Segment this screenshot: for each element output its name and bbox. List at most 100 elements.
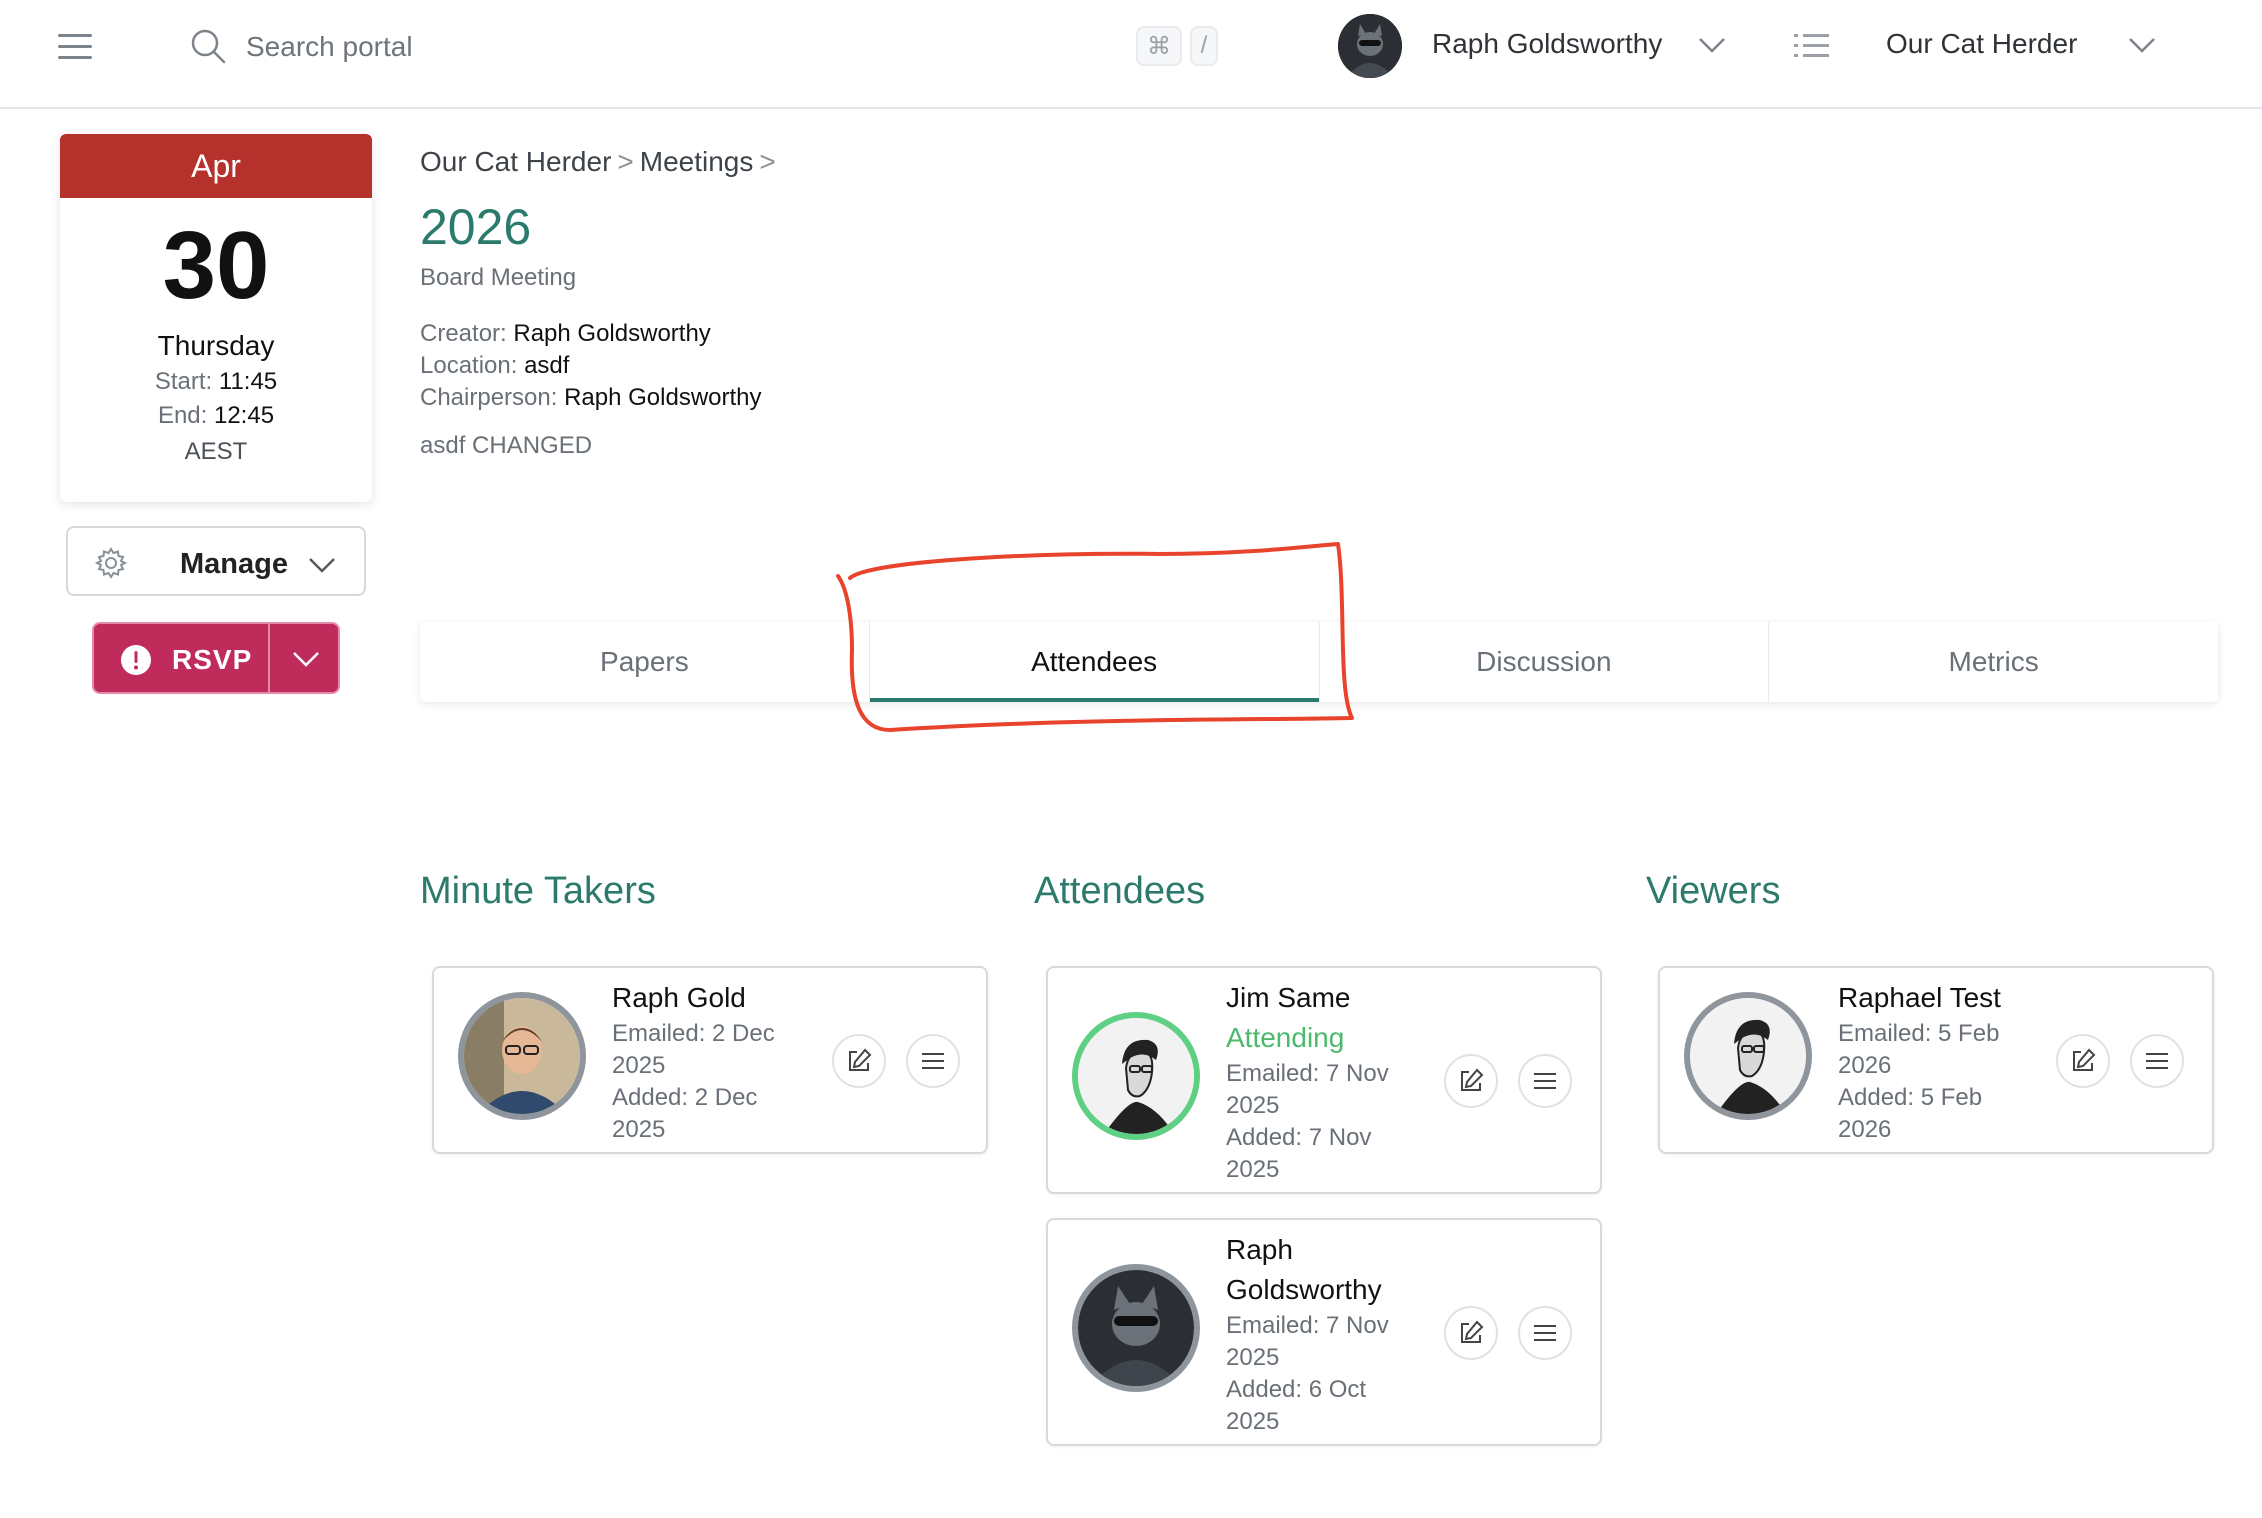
meeting-type: Board Meeting [420,264,577,291]
shortcut-cmd-key: ⌘ [1136,26,1182,66]
rsvp-split-button: RSVP [92,622,340,694]
breadcrumb-separator: > [759,146,776,177]
date-card: Apr 30 Thursday Start: 11:45 End: 12:45 … [60,134,372,502]
added-year: 2026 [1838,1116,1892,1143]
location-label: Location: [420,352,518,379]
cat-avatar-icon [1078,1270,1194,1386]
location-line: Location: asdf [420,352,569,380]
org-switcher-name[interactable]: Our Cat Herder [1886,28,2077,60]
edit-button[interactable] [2056,1034,2110,1088]
person-name: Raph Gold [612,982,746,1013]
tab-papers[interactable]: Papers [420,622,870,702]
added-date: Added: 5 Feb [1838,1084,1983,1111]
edit-button[interactable] [832,1034,886,1088]
chairperson-line: Chairperson: Raph Goldsworthy [420,384,762,412]
viewer-card: Raphael Test Emailed: 5 Feb 2026 Added: … [1658,966,2214,1154]
emailed-date: Emailed: 7 Nov [1226,1060,1389,1087]
user-avatar[interactable] [1338,14,1402,78]
emailed-date: Emailed: 5 Feb [1838,1020,2000,1047]
start-label: Start: [154,368,213,395]
rsvp-label: RSVP [172,644,253,675]
list-icon[interactable] [1794,32,1830,60]
creator-label: Creator: [420,320,507,347]
user-menu-chevron-down-icon[interactable] [1698,36,1726,54]
avatar [1072,1012,1200,1140]
breadcrumb-meetings-link[interactable]: Meetings [640,146,754,177]
manage-chevron-down-icon [309,558,335,573]
manage-button[interactable]: Manage [66,526,366,596]
cat-avatar-icon [1338,14,1402,78]
person-details: Raph Gold Emailed: 2 Dec 2025 Added: 2 D… [612,978,822,1146]
meeting-description: asdf CHANGED [420,432,593,459]
top-bar: ⌘ / Raph Goldsworthy Our Cat Herder [0,0,2262,109]
alert-icon [121,645,151,675]
person-details: Jim Same Attending Emailed: 7 Nov 2025 A… [1226,978,1436,1186]
creator-value: Raph Goldsworthy [513,320,711,347]
added-date: Added: 6 Oct [1226,1376,1367,1403]
avatar [1684,992,1812,1120]
chairperson-value: Raph Goldsworthy [564,384,762,411]
minute-takers-heading: Minute Takers [420,870,656,912]
person-photo-icon [464,998,580,1114]
emailed-year: 2026 [1838,1052,1892,1079]
menu-lines-icon [1534,1073,1556,1089]
date-weekday: Thursday [157,330,275,361]
edit-button[interactable] [1444,1306,1498,1360]
more-button[interactable] [906,1034,960,1088]
more-button[interactable] [2130,1034,2184,1088]
added-date: Added: 7 Nov [1226,1124,1372,1151]
search-input[interactable] [246,26,866,68]
emailed-year: 2025 [612,1052,666,1079]
gear-icon [94,547,128,579]
emailed-year: 2025 [1226,1092,1280,1119]
emailed-year: 2025 [1226,1344,1280,1371]
tab-metrics[interactable]: Metrics [1769,622,2218,702]
edit-icon [1461,1068,1484,1091]
edit-icon [849,1048,872,1071]
breadcrumb-separator: > [617,146,634,177]
end-value: 12:45 [213,402,275,429]
tab-bar: Papers Attendees Discussion Metrics [420,622,2218,702]
chevron-down-icon [293,652,319,667]
menu-lines-icon [2146,1053,2168,1069]
person-name: Jim Same [1226,982,1351,1013]
page-title: 2026 [420,199,532,255]
added-year: 2025 [1226,1408,1280,1435]
tab-attendees[interactable]: Attendees [869,622,1320,702]
emailed-date: Emailed: 7 Nov [1226,1312,1389,1339]
edit-button[interactable] [1444,1054,1498,1108]
user-menu-name[interactable]: Raph Goldsworthy [1432,28,1662,60]
avatar [458,992,586,1120]
menu-lines-icon [1534,1325,1556,1341]
org-chevron-down-icon[interactable] [2128,36,2156,54]
attendee-card: Raph Goldsworthy Emailed: 7 Nov 2025 Add… [1046,1218,1602,1446]
person-details: Raph Goldsworthy Emailed: 7 Nov 2025 Add… [1226,1230,1436,1438]
avatar [1072,1264,1200,1392]
timezone: AEST [184,438,248,465]
menu-lines-icon [922,1053,944,1069]
attendee-card: Jim Same Attending Emailed: 7 Nov 2025 A… [1046,966,1602,1194]
added-year: 2025 [612,1116,666,1143]
end-label: End: [157,402,208,429]
edit-icon [2073,1048,2096,1071]
person-details: Raphael Test Emailed: 5 Feb 2026 Added: … [1838,978,2048,1146]
date-month: Apr [60,134,372,198]
added-year: 2025 [1226,1156,1280,1183]
tab-discussion[interactable]: Discussion [1320,622,1770,702]
breadcrumb-org-link[interactable]: Our Cat Herder [420,146,611,177]
rsvp-dropdown-button[interactable] [270,624,338,692]
hamburger-menu-icon[interactable] [56,32,96,62]
search-icon [191,29,226,64]
more-button[interactable] [1518,1054,1572,1108]
date-day: 30 [162,212,270,319]
edit-icon [1461,1320,1484,1343]
attendance-status: Attending [1226,1022,1345,1053]
rsvp-button[interactable]: RSVP [94,624,268,692]
manage-label: Manage [180,548,288,580]
person-name: Raphael Test [1838,982,2001,1013]
more-button[interactable] [1518,1306,1572,1360]
person-illustration-icon [1078,1018,1194,1134]
start-time: Start: 11:45 [60,368,372,396]
person-name-last: Goldsworthy [1226,1274,1382,1305]
chairperson-label: Chairperson: [420,384,558,411]
